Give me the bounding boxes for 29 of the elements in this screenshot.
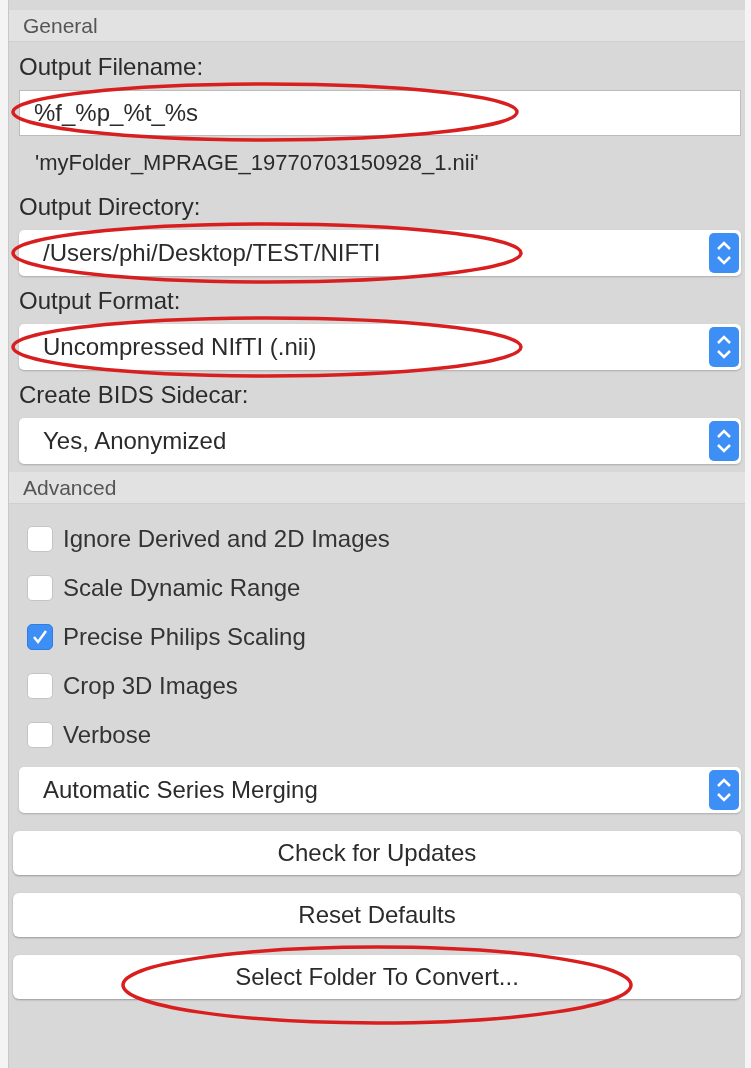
dropdown[interactable]: Yes, Anonymized bbox=[19, 418, 741, 464]
section-header: Advanced bbox=[9, 472, 745, 504]
field-label: Output Filename: bbox=[19, 54, 204, 80]
checkbox-label: Verbose bbox=[63, 720, 152, 749]
dropdown[interactable]: Uncompressed NIfTI (.nii) bbox=[19, 324, 741, 370]
stepper-icon bbox=[709, 233, 739, 273]
stepper-icon bbox=[709, 421, 739, 461]
field-label: Create BIDS Sidecar: bbox=[19, 382, 249, 408]
checkbox-label: Ignore Derived and 2D Images bbox=[63, 524, 390, 553]
checkbox[interactable] bbox=[27, 623, 53, 650]
field-label: Output Format: bbox=[19, 288, 181, 314]
dropdown[interactable]: Automatic Series Merging bbox=[19, 767, 741, 813]
stepper-icon bbox=[709, 770, 739, 810]
section-header: General bbox=[9, 10, 745, 42]
checkbox-label: Crop 3D Images bbox=[63, 671, 238, 700]
checkbox[interactable] bbox=[27, 721, 53, 748]
dropdown[interactable]: /Users/phi/Desktop/TEST/NIFTI bbox=[19, 230, 741, 276]
checkbox[interactable] bbox=[27, 525, 53, 552]
filename-field[interactable]: %f_%p_%t_%s bbox=[19, 90, 741, 136]
checkbox-label: Scale Dynamic Range bbox=[63, 573, 301, 602]
checkbox[interactable] bbox=[27, 574, 53, 601]
filename-preview: 'myFolder_MPRAGE_19770703150928_1.nii' bbox=[35, 150, 480, 176]
action-button[interactable]: Check for Updates bbox=[13, 831, 741, 875]
action-button[interactable]: Reset Defaults bbox=[13, 893, 741, 937]
checkbox[interactable] bbox=[27, 672, 53, 699]
stepper-icon bbox=[709, 327, 739, 367]
checkbox-label: Precise Philips Scaling bbox=[63, 622, 306, 651]
action-button[interactable]: Select Folder To Convert... bbox=[13, 955, 741, 999]
field-label: Output Directory: bbox=[19, 194, 201, 220]
